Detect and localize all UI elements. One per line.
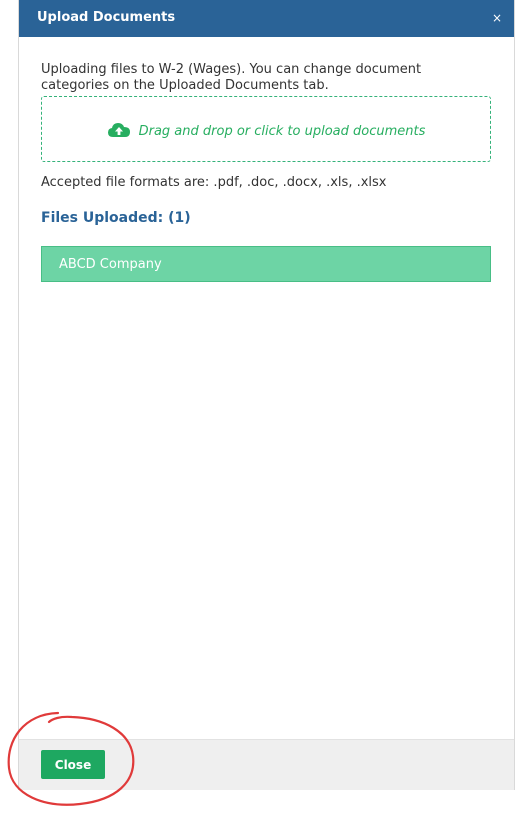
upload-dropzone[interactable]: Drag and drop or click to upload documen… [41, 96, 491, 162]
accepted-formats-text: Accepted file formats are: .pdf, .doc, .… [41, 175, 387, 190]
intro-text: Uploading files to W-2 (Wages). You can … [41, 62, 422, 93]
uploaded-file-name: ABCD Company [59, 257, 162, 272]
cloud-upload-icon [107, 123, 130, 137]
dialog-footer: Close [19, 739, 514, 790]
dialog-header: Upload Documents × [19, 0, 514, 37]
dropzone-label: Drag and drop or click to upload documen… [138, 124, 426, 139]
close-button[interactable]: Close [41, 750, 105, 779]
files-uploaded-heading: Files Uploaded: (1) [41, 210, 191, 226]
upload-documents-dialog: Upload Documents × Uploading files to W-… [18, 0, 515, 790]
uploaded-file-item[interactable]: ABCD Company [41, 246, 491, 282]
dialog-title: Upload Documents [37, 10, 176, 25]
close-icon[interactable]: × [492, 10, 502, 26]
